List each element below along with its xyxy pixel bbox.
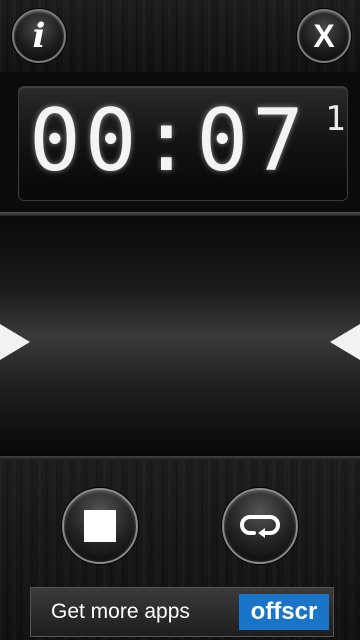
stop-button[interactable] — [62, 488, 138, 564]
ad-banner[interactable]: Get more apps offscr — [30, 587, 334, 637]
close-button[interactable]: X — [297, 9, 351, 63]
arrow-left-pointing-icon[interactable] — [330, 324, 360, 360]
arrow-right-pointing-icon[interactable] — [0, 324, 30, 360]
swipe-panel[interactable] — [0, 216, 360, 456]
repeat-button[interactable] — [222, 488, 298, 564]
stop-icon — [84, 510, 116, 542]
info-icon: i — [32, 16, 46, 56]
timer-value: 00:07 — [29, 91, 308, 191]
info-button[interactable]: i — [12, 9, 66, 63]
offscr-logo: offscr — [239, 594, 329, 630]
timer-tenths: 1 — [325, 99, 346, 139]
timer-display: 00:07 1 — [18, 86, 348, 201]
ad-text: Get more apps — [51, 600, 190, 623]
repeat-icon — [240, 515, 280, 538]
close-icon: X — [313, 18, 335, 54]
timer-display-area: 00:07 1 — [0, 72, 360, 212]
top-bar: i X — [0, 0, 360, 72]
